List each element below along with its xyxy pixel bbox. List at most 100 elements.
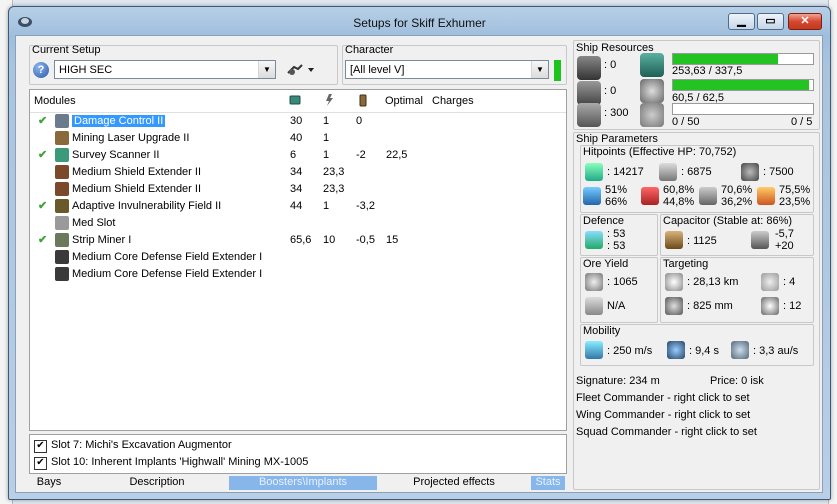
- optimal-column-header[interactable]: Optimal: [385, 95, 423, 107]
- shield-icon: [585, 163, 603, 181]
- active-check-icon[interactable]: ✔: [38, 199, 47, 212]
- character-group: Character [All level V] ▼: [342, 44, 567, 85]
- drone-bandwidth-icon: [577, 103, 601, 127]
- module-name: Medium Core Defense Field Extender I: [72, 251, 263, 263]
- speed-value: : 250 m/s: [607, 345, 653, 357]
- cpu-bar-fill: [673, 54, 779, 64]
- module-row[interactable]: ✔ Damage Control II 30 1 0: [30, 113, 566, 130]
- module-name: Adaptive Invulnerability Field II: [72, 200, 222, 212]
- squad-commander-slot[interactable]: Squad Commander - right click to set: [576, 426, 757, 438]
- cpu-bar: [672, 53, 814, 65]
- drone-bandwidth: : 300: [604, 107, 629, 119]
- module-icon: [55, 267, 69, 281]
- module-row[interactable]: Medium Shield Extender II 34 23,3: [30, 181, 566, 198]
- stats-panel: Ship Resources : 0 : 0 : 300 253,63 / 33…: [573, 40, 820, 490]
- module-cpu: 30: [290, 115, 303, 127]
- scan-resolution-icon: [665, 297, 683, 315]
- thermal-resist-top: 60,8%: [663, 184, 695, 196]
- implant-row[interactable]: ✔ Slot 10: Inherent Implants 'Highwall' …: [30, 455, 566, 472]
- ship-resources-group: Ship Resources : 0 : 0 : 300 253,63 / 33…: [573, 40, 820, 130]
- module-icon: [55, 114, 69, 128]
- kinetic-resist-top: 70,6%: [721, 184, 753, 196]
- module-icon: [55, 131, 69, 145]
- implant-checkbox[interactable]: ✔: [34, 440, 47, 453]
- module-row[interactable]: Med Slot: [30, 215, 566, 232]
- shield-hp: : 14217: [607, 166, 644, 178]
- module-icon: [55, 250, 69, 264]
- em-resist-bottom: 66%: [605, 196, 628, 208]
- module-row[interactable]: ✔ Adaptive Invulnerability Field II 44 1 -3,…: [30, 198, 566, 215]
- character-label: Character: [345, 44, 394, 56]
- module-row[interactable]: Medium Core Defense Field Extender I: [30, 266, 566, 283]
- module-row[interactable]: Medium Shield Extender II 34 23,3: [30, 164, 566, 181]
- armor-hp: : 6875: [681, 166, 712, 178]
- title-bar[interactable]: Setups for Skiff Exhumer ▁ ▭ ✕: [9, 7, 830, 35]
- mobility-group: Mobility : 250 m/s : 9,4 s : 3,3 au/s: [580, 324, 814, 366]
- character-select-value: [All level V]: [350, 64, 405, 76]
- wing-commander-slot[interactable]: Wing Commander - right click to set: [576, 409, 750, 421]
- module-row[interactable]: ✔ Strip Miner I 65,6 10 -0,5 15: [30, 232, 566, 249]
- mining-laser-icon: [585, 297, 603, 315]
- active-check-icon[interactable]: ✔: [38, 233, 47, 246]
- module-cpu: 34: [290, 183, 303, 195]
- capacitor-group: Capacitor (Stable at: 86%) : 1125 -5,7 +…: [660, 214, 814, 256]
- module-row[interactable]: Medium Core Defense Field Extender I: [30, 249, 566, 266]
- maximize-button[interactable]: ▭: [757, 13, 784, 30]
- setup-select[interactable]: HIGH SEC ▼: [54, 60, 276, 79]
- powergrid-bar-fill: [673, 80, 809, 90]
- powergrid-icon[interactable]: [322, 93, 336, 107]
- module-icon: [55, 216, 69, 230]
- turret-hardpoints: : 0: [604, 59, 617, 71]
- module-name: Medium Shield Extender II: [72, 166, 202, 178]
- armor-icon: [659, 163, 677, 181]
- current-setup-group: Current Setup ? HIGH SEC ▼: [29, 44, 338, 85]
- module-capacitor: -0,5: [356, 234, 375, 246]
- ore-yield-label: Ore Yield: [583, 258, 629, 270]
- implant-row[interactable]: ✔ Slot 7: Michi's Excavation Augmentor: [30, 438, 566, 455]
- minimize-button[interactable]: ▁: [728, 13, 755, 30]
- speed-icon: [585, 341, 603, 359]
- warp-speed-value: : 3,3 au/s: [753, 345, 799, 357]
- capacitor-icon[interactable]: [356, 93, 370, 107]
- warp-speed-icon: [731, 341, 749, 359]
- module-capacitor: -2: [356, 149, 366, 161]
- targeting-group: Targeting : 28,13 km : 4 : 825 mm : 12: [660, 257, 814, 323]
- tab-description[interactable]: Description: [87, 476, 227, 490]
- window-title: Setups for Skiff Exhumer: [353, 16, 486, 30]
- active-check-icon[interactable]: ✔: [38, 148, 47, 161]
- active-check-icon[interactable]: ✔: [38, 114, 47, 127]
- close-button[interactable]: ✕: [788, 13, 822, 30]
- thermal-resist-bottom: 44,8%: [663, 196, 695, 208]
- modules-column-header[interactable]: Modules: [34, 95, 76, 107]
- module-cpu: 40: [290, 132, 303, 144]
- module-row[interactable]: Mining Laser Upgrade II 40 1: [30, 130, 566, 147]
- cpu-icon[interactable]: [288, 93, 302, 107]
- setups-window: Setups for Skiff Exhumer ▁ ▭ ✕ Current S…: [8, 6, 831, 500]
- capacitor-amount: : 1125: [687, 235, 717, 247]
- help-icon[interactable]: ?: [33, 62, 49, 78]
- bottom-tabs: Bays Description Boosters\Implants Proje…: [29, 476, 565, 490]
- module-icon: [55, 148, 69, 162]
- module-row[interactable]: ✔ Survey Scanner II 6 1 -2 22,5: [30, 147, 566, 164]
- module-cpu: 65,6: [290, 234, 312, 246]
- current-setup-label: Current Setup: [32, 44, 101, 56]
- ship-price: Price: 0 isk: [710, 375, 764, 387]
- module-powergrid: 23,3: [323, 166, 345, 178]
- character-status-indicator: [554, 60, 561, 81]
- module-powergrid: 1: [323, 132, 330, 144]
- drone-bay-icon: [640, 103, 664, 127]
- module-cpu: 6: [290, 149, 297, 161]
- maximize-icon: ▭: [765, 15, 776, 27]
- ship-parameters-group: Ship Parameters Hitpoints (Effective HP:…: [573, 132, 820, 490]
- tab-bays[interactable]: Bays: [29, 476, 69, 490]
- fleet-commander-slot[interactable]: Fleet Commander - right click to set: [576, 392, 750, 404]
- charges-column-header[interactable]: Charges: [432, 95, 474, 107]
- defence-label: Defence: [583, 215, 624, 227]
- drone-capacity-text: 0 / 50: [672, 116, 700, 128]
- tab-projected-effects[interactable]: Projected effects: [379, 476, 529, 490]
- tab-boosters-implants[interactable]: Boosters\Implants: [229, 476, 377, 490]
- character-select[interactable]: [All level V] ▼: [345, 60, 549, 79]
- fitting-tools-icon[interactable]: [286, 63, 316, 77]
- implant-checkbox[interactable]: ✔: [34, 457, 47, 470]
- tab-stats[interactable]: Stats: [531, 476, 565, 490]
